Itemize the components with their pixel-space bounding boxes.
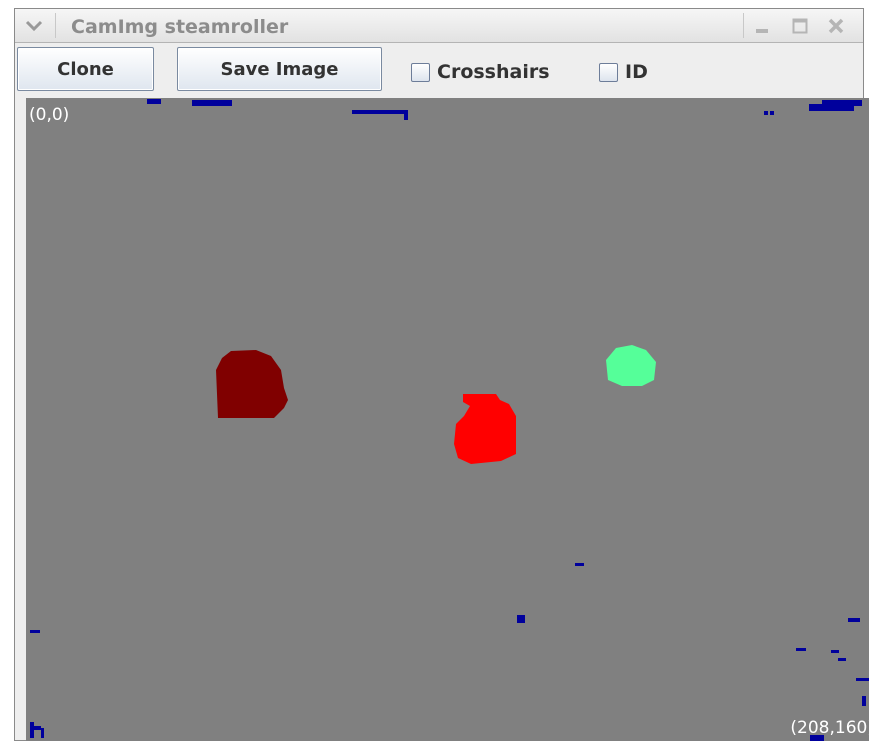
camimg-window: CamImg steamroller Clone Save Image Cros… [14, 8, 869, 741]
window-menu-chevron-icon[interactable] [25, 20, 43, 32]
id-checkbox[interactable]: ID [599, 60, 648, 84]
id-checkbox-box[interactable] [599, 62, 618, 82]
clone-button[interactable]: Clone [17, 47, 154, 91]
noise-pixel [862, 696, 866, 706]
noise-pixel [575, 563, 584, 566]
noise-pixel [30, 630, 40, 633]
blob-green [606, 345, 656, 386]
noise-pixel [856, 678, 869, 681]
clone-button-label: Clone [57, 58, 114, 80]
save-image-button-label: Save Image [220, 58, 339, 80]
bottom-right-coordinate: (208,160) [790, 718, 869, 738]
noise-pixel [404, 110, 408, 120]
window-title: CamImg steamroller [71, 16, 289, 38]
noise-pixel [352, 110, 408, 114]
title-separator [55, 13, 56, 38]
crosshairs-checkbox[interactable]: Crosshairs [411, 60, 550, 84]
maximize-icon[interactable] [791, 17, 809, 35]
save-image-button[interactable]: Save Image [177, 47, 382, 91]
noise-pixel [764, 111, 768, 115]
noise-pixel [517, 615, 525, 623]
close-icon[interactable] [827, 17, 845, 35]
noise-pixel [34, 726, 41, 730]
top-left-coordinate: (0,0) [29, 105, 70, 125]
noise-pixel [838, 658, 846, 661]
noise-pixel [41, 728, 44, 738]
crosshairs-checkbox-box[interactable] [411, 62, 430, 82]
crosshairs-label: Crosshairs [437, 61, 550, 83]
noise-pixel [770, 111, 774, 115]
minimize-icon[interactable] [753, 17, 771, 35]
noise-pixel [822, 100, 862, 106]
noise-pixel [796, 648, 806, 651]
id-label: ID [625, 61, 648, 83]
noise-pixel [192, 100, 232, 106]
noise-pixel [147, 99, 161, 104]
noise-pixel [848, 618, 860, 622]
title-separator-right [743, 13, 744, 38]
camera-image-canvas[interactable]: (0,0) (208,160) [26, 98, 869, 741]
toolbar: Clone Save Image Crosshairs ID [15, 43, 863, 97]
noise-pixel [831, 650, 839, 653]
title-bar[interactable]: CamImg steamroller [15, 9, 863, 43]
noise-pixel [30, 722, 34, 738]
